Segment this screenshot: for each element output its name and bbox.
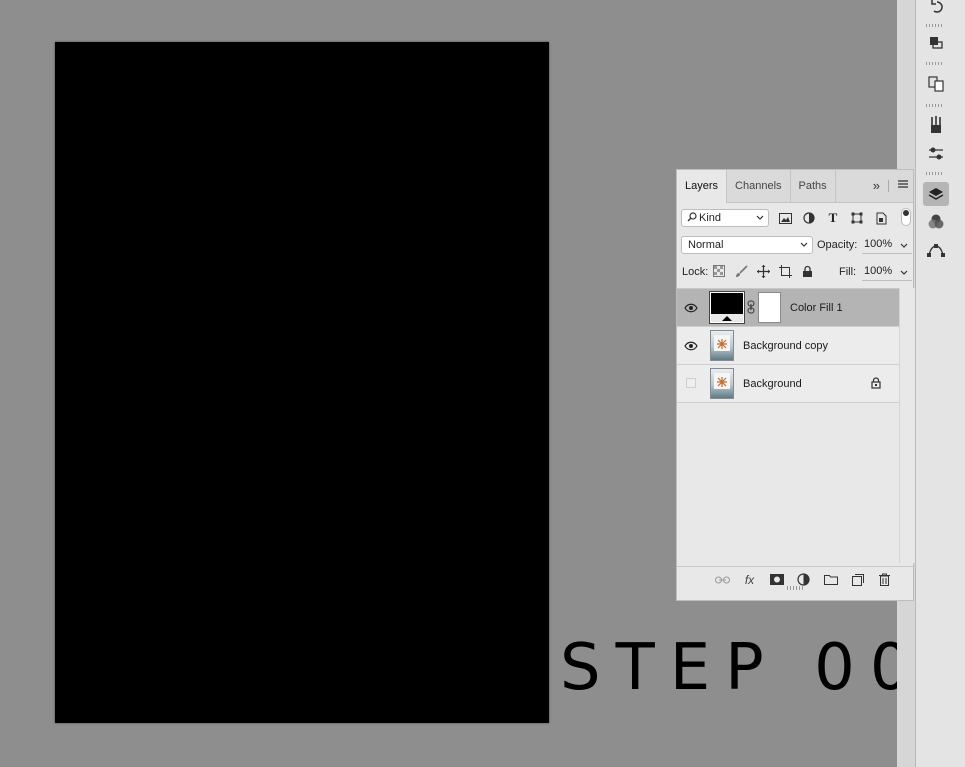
lock-buttons: [712, 263, 814, 279]
opacity-field[interactable]: 100%: [862, 236, 912, 254]
layer-style-fx-button[interactable]: fx: [741, 572, 758, 588]
layers-panel: Layers Channels Paths » Kind T Normal Op…: [676, 169, 915, 601]
shape-layer-filter-icon[interactable]: [849, 209, 865, 227]
pixel-layer-filter-icon[interactable]: [777, 209, 793, 227]
layer-list: Color Fill 1 Background copy Background: [677, 288, 899, 564]
dock-grip[interactable]: [926, 172, 944, 175]
link-layers-icon[interactable]: [714, 572, 731, 588]
blend-mode-select[interactable]: Normal: [681, 236, 813, 254]
channels-icon[interactable]: [923, 210, 949, 234]
layer-name: Color Fill 1: [790, 302, 843, 314]
panel-dock: [915, 0, 965, 767]
background-copy-thumbnail[interactable]: [710, 330, 734, 361]
layers-icon[interactable]: [923, 182, 949, 206]
add-mask-icon[interactable]: [768, 572, 785, 588]
brushes-icon[interactable]: [923, 113, 949, 137]
divider: [888, 179, 889, 192]
trash-icon[interactable]: [876, 572, 893, 588]
lock-icon[interactable]: [871, 377, 881, 392]
new-layer-icon[interactable]: [849, 572, 866, 588]
fill-value: 100%: [864, 265, 893, 277]
color-fill-thumbnail[interactable]: [709, 291, 745, 324]
layer-name: Background: [743, 378, 802, 390]
search-icon: [687, 211, 697, 225]
lock-image-pixels-icon[interactable]: [734, 263, 748, 279]
clone-source-icon[interactable]: [923, 72, 949, 96]
history-icon[interactable]: [923, 0, 949, 18]
lock-transparent-pixels-icon[interactable]: [712, 263, 726, 279]
lock-artboard-icon[interactable]: [778, 263, 792, 279]
collapse-panel-button[interactable]: »: [873, 178, 880, 193]
chevron-down-icon: [900, 239, 908, 256]
panel-resize-grip[interactable]: [787, 586, 805, 590]
visibility-toggle-empty[interactable]: [686, 378, 696, 388]
filter-kind-select[interactable]: Kind: [681, 209, 769, 227]
layer-row-background-copy[interactable]: Background copy: [677, 327, 899, 365]
filter-kind-label: Kind: [699, 212, 722, 224]
panel-footer: fx: [677, 566, 913, 592]
3d-icon[interactable]: [923, 30, 949, 54]
blend-mode-value: Normal: [688, 239, 724, 251]
adjustment-layer-filter-icon[interactable]: [801, 209, 817, 227]
layer-name: Background copy: [743, 340, 828, 352]
fill-label: Fill:: [839, 266, 857, 278]
chevron-down-icon: [900, 266, 908, 283]
lock-all-icon[interactable]: [800, 263, 814, 279]
filter-type-buttons: T: [777, 209, 889, 227]
chevron-down-icon: [756, 213, 764, 225]
panel-tabs: Layers Channels Paths »: [677, 170, 913, 203]
layer-mask-thumbnail[interactable]: [758, 292, 781, 323]
link-icon[interactable]: [747, 300, 755, 317]
lock-label: Lock:: [682, 266, 709, 278]
panel-menu-icon[interactable]: [897, 179, 909, 192]
chevron-down-icon: [800, 240, 808, 252]
paths-icon[interactable]: [923, 238, 949, 262]
dock-grip[interactable]: [926, 104, 944, 107]
new-group-folder-icon[interactable]: [822, 572, 839, 588]
background-thumbnail[interactable]: [710, 368, 734, 399]
opacity-label: Opacity:: [817, 239, 858, 251]
layer-list-scrollbar[interactable]: [899, 288, 915, 563]
type-layer-filter-icon[interactable]: T: [825, 209, 841, 227]
tab-layers[interactable]: Layers: [677, 170, 728, 203]
fill-field[interactable]: 100%: [862, 263, 912, 281]
opacity-value: 100%: [864, 238, 893, 250]
dock-grip[interactable]: [926, 62, 944, 65]
smart-object-filter-icon[interactable]: [873, 209, 889, 227]
visibility-eye-icon[interactable]: [684, 339, 698, 353]
filter-toggle[interactable]: [901, 208, 911, 226]
tab-paths[interactable]: Paths: [791, 170, 836, 202]
adjustments-icon[interactable]: [923, 142, 949, 166]
document-canvas[interactable]: [55, 42, 549, 723]
lock-position-icon[interactable]: [756, 263, 770, 279]
layer-row-color-fill-1[interactable]: Color Fill 1: [677, 289, 899, 327]
tab-channels[interactable]: Channels: [727, 170, 791, 202]
dock-grip[interactable]: [926, 24, 944, 27]
layer-row-background[interactable]: Background: [677, 365, 899, 403]
visibility-eye-icon[interactable]: [684, 301, 698, 315]
